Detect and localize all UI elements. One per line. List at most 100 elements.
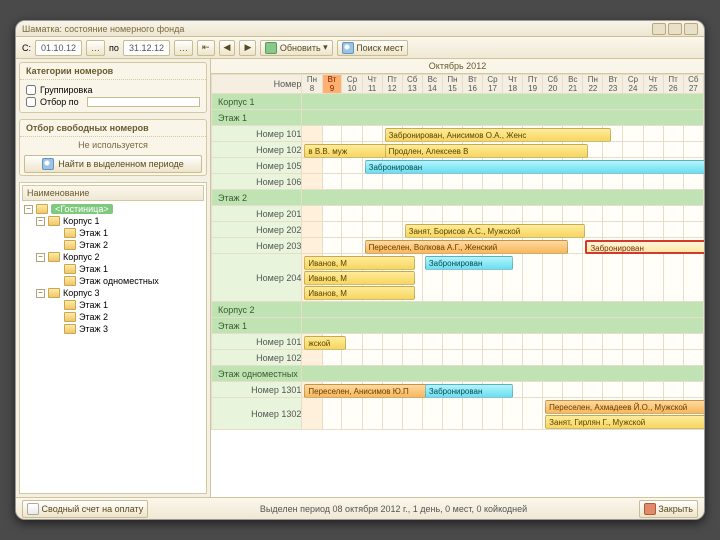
day-cell[interactable] (322, 174, 342, 190)
day-cell[interactable] (543, 206, 563, 222)
day-cell[interactable]: Забронирован, Анисимов О.А., Женс (382, 126, 402, 142)
day-cell[interactable] (643, 222, 663, 238)
day-cell[interactable] (643, 334, 663, 350)
day-cell[interactable] (683, 334, 703, 350)
room-label[interactable]: Номер 201 (212, 206, 302, 222)
date-to-picker[interactable]: … (174, 40, 193, 56)
day-cell[interactable] (543, 350, 563, 366)
day-cell[interactable] (302, 206, 322, 222)
day-cell[interactable] (302, 398, 322, 430)
day-cell[interactable] (683, 382, 703, 398)
day-header[interactable]: Вс14 (422, 75, 442, 94)
day-header[interactable]: Пт19 (523, 75, 543, 94)
day-cell[interactable] (322, 206, 342, 222)
day-cell[interactable] (663, 206, 683, 222)
day-cell[interactable] (663, 142, 683, 158)
day-cell[interactable] (603, 382, 623, 398)
day-cell[interactable] (342, 350, 362, 366)
day-cell[interactable] (422, 334, 442, 350)
day-cell[interactable] (683, 174, 703, 190)
day-cell[interactable] (583, 222, 603, 238)
section-row[interactable]: Этаж одноместных (212, 366, 704, 382)
date-to-input[interactable]: 31.12.12 (123, 40, 170, 56)
day-cell[interactable] (663, 334, 683, 350)
day-cell[interactable] (503, 174, 523, 190)
section-row[interactable]: Этаж 2 (212, 190, 704, 206)
day-header[interactable]: Пн22 (583, 75, 603, 94)
day-cell[interactable] (382, 222, 402, 238)
tree-node[interactable]: Этаж 2 (22, 311, 204, 323)
day-cell[interactable] (322, 398, 342, 430)
day-cell[interactable] (643, 206, 663, 222)
booking-bar[interactable]: Забронирован (425, 384, 513, 398)
close-button[interactable]: Закрыть (639, 500, 698, 518)
day-cell[interactable] (583, 334, 603, 350)
day-cell[interactable] (422, 350, 442, 366)
tree-node[interactable]: Этаж 3 (22, 323, 204, 335)
nav-first-icon[interactable]: ⇤ (197, 40, 215, 56)
day-cell[interactable] (382, 398, 402, 430)
tree-node[interactable]: Этаж 2 (22, 239, 204, 251)
day-cell[interactable] (583, 254, 603, 302)
day-cell[interactable] (503, 334, 523, 350)
section-row[interactable]: Этаж 1 (212, 110, 704, 126)
section-row[interactable]: Этаж 1 (212, 318, 704, 334)
day-cell[interactable] (623, 222, 643, 238)
day-cell[interactable]: Забронирован (422, 382, 442, 398)
day-cell[interactable] (382, 174, 402, 190)
refresh-button[interactable]: Обновить ▾ (260, 40, 332, 56)
day-cell[interactable] (462, 206, 482, 222)
day-cell[interactable]: Продлен, Алексеев В (382, 142, 402, 158)
day-cell[interactable] (643, 350, 663, 366)
day-cell[interactable] (302, 238, 322, 254)
day-cell[interactable] (402, 350, 422, 366)
day-cell[interactable]: жской (302, 334, 322, 350)
booking-bar[interactable]: жской (304, 336, 346, 350)
day-cell[interactable] (362, 350, 382, 366)
day-cell[interactable]: Переселен, Анисимов Ю.П (302, 382, 322, 398)
day-header[interactable]: Вт9 (322, 75, 342, 94)
tree-node[interactable]: Этаж 1 (22, 227, 204, 239)
booking-bar[interactable]: Переселен, Ахмадеев Й.О., Мужской (545, 400, 704, 414)
day-cell[interactable] (362, 398, 382, 430)
day-header[interactable]: Чт18 (503, 75, 523, 94)
nav-next-icon[interactable]: ▶ (239, 40, 256, 56)
day-cell[interactable] (462, 334, 482, 350)
date-from-picker[interactable]: … (86, 40, 105, 56)
day-cell[interactable]: Иванов, МИванов, МИванов, М (302, 254, 322, 302)
day-cell[interactable] (583, 174, 603, 190)
day-cell[interactable] (462, 398, 482, 430)
day-cell[interactable] (342, 238, 362, 254)
day-cell[interactable] (583, 206, 603, 222)
day-cell[interactable] (623, 382, 643, 398)
room-label[interactable]: Номер 102 (212, 142, 302, 158)
day-cell[interactable]: Занят, Борисов А.С., Мужской (402, 222, 422, 238)
room-label[interactable]: Номер 105 (212, 158, 302, 174)
day-header[interactable]: Пт12 (382, 75, 402, 94)
day-header[interactable]: Пн8 (302, 75, 322, 94)
day-cell[interactable] (563, 382, 583, 398)
day-cell[interactable] (482, 206, 502, 222)
room-label[interactable]: Номер 202 (212, 222, 302, 238)
schedule-grid-wrap[interactable]: НомерПн8Вт9Ср10Чт11Пт12Сб13Вс14Пн15Вт16С… (211, 74, 704, 497)
day-cell[interactable] (482, 398, 502, 430)
section-row[interactable]: Корпус 1 (212, 94, 704, 110)
day-cell[interactable] (583, 350, 603, 366)
day-cell[interactable] (342, 398, 362, 430)
day-header[interactable]: Вт16 (462, 75, 482, 94)
day-cell[interactable] (302, 350, 322, 366)
day-cell[interactable] (683, 142, 703, 158)
day-header[interactable]: Чт11 (362, 75, 382, 94)
section-row[interactable]: Корпус 2 (212, 302, 704, 318)
day-cell[interactable] (623, 254, 643, 302)
day-cell[interactable] (402, 206, 422, 222)
day-cell[interactable] (683, 206, 703, 222)
room-label[interactable]: Номер 101 (212, 126, 302, 142)
day-cell[interactable] (523, 254, 543, 302)
day-cell[interactable] (583, 382, 603, 398)
day-cell[interactable] (543, 334, 563, 350)
day-cell[interactable] (623, 350, 643, 366)
booking-bar[interactable]: Занят, Гирлян Г., Мужской (545, 415, 704, 429)
day-cell[interactable] (422, 174, 442, 190)
day-cell[interactable] (503, 350, 523, 366)
